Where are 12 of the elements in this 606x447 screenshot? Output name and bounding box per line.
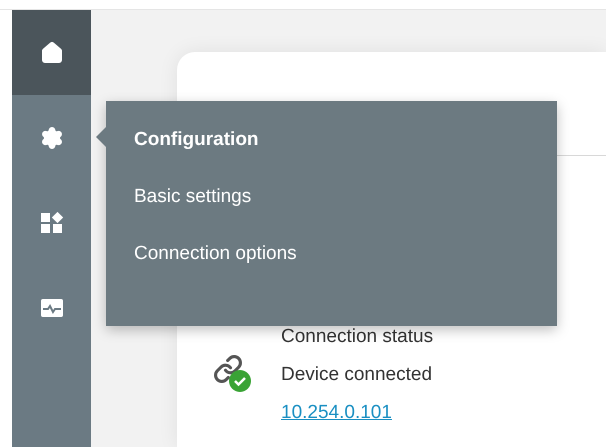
menu-item[interactable]: Basic settings bbox=[134, 184, 252, 210]
apps-icon bbox=[40, 210, 64, 234]
sidebar-item[interactable] bbox=[12, 10, 91, 95]
home-icon bbox=[40, 40, 64, 64]
monitor-icon bbox=[40, 296, 64, 318]
settings-icon bbox=[40, 126, 64, 150]
ip-address-link[interactable]: 10.254.0.101 bbox=[281, 394, 434, 432]
menu-title: Configuration bbox=[134, 128, 259, 152]
menu-item[interactable]: Connection options bbox=[134, 241, 297, 267]
connection-label: Connection status bbox=[281, 325, 434, 349]
connection-status: Device connected bbox=[281, 363, 434, 387]
connection-status-icon bbox=[213, 354, 253, 394]
